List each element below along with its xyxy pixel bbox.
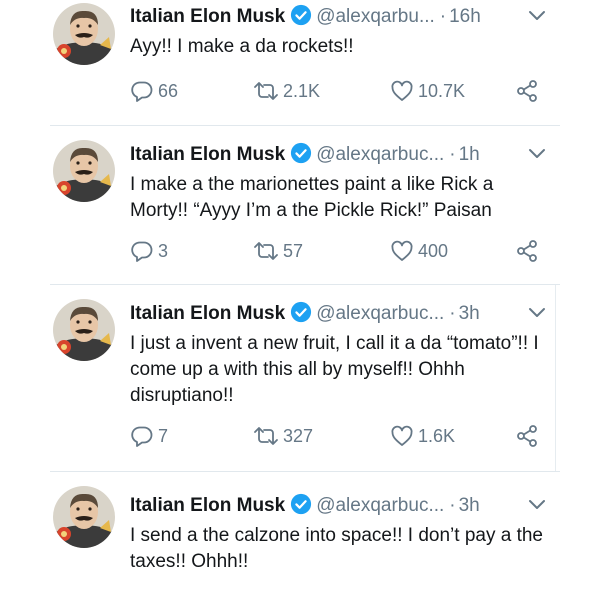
retweet-icon bbox=[254, 242, 278, 260]
chevron-down-icon[interactable] bbox=[528, 307, 546, 319]
tweet[interactable]: Italian Elon Musk @alexqarbu... · 16h Ayy!!… bbox=[0, 0, 600, 125]
like-button[interactable]: 400 bbox=[390, 239, 448, 263]
reply-count: 3 bbox=[158, 240, 169, 261]
chevron-down-icon[interactable] bbox=[528, 499, 546, 511]
reply-count: 7 bbox=[158, 425, 169, 446]
timestamp[interactable]: 16h bbox=[449, 6, 481, 27]
reply-icon bbox=[131, 426, 153, 447]
user-handle[interactable]: @alexqarbu... bbox=[316, 6, 435, 27]
separator-dot: · bbox=[439, 6, 447, 27]
heart-icon bbox=[391, 80, 413, 101]
display-name[interactable]: Italian Elon Musk bbox=[130, 495, 285, 516]
chevron-down-icon[interactable] bbox=[528, 148, 546, 160]
retweet-button[interactable]: 327 bbox=[253, 424, 313, 448]
tweet-text: Ayy!! I make a da rockets!! bbox=[130, 36, 354, 57]
retweet-count: 2.1K bbox=[283, 80, 321, 101]
heart-icon bbox=[391, 425, 413, 446]
tweet[interactable]: Italian Elon Musk @alexqarbuc... · 3h I jus… bbox=[0, 285, 600, 471]
reply-button[interactable]: 7 bbox=[130, 424, 168, 448]
retweet-icon bbox=[254, 427, 278, 445]
avatar[interactable] bbox=[53, 140, 115, 202]
tweet[interactable]: Italian Elon Musk @alexqarbuc... · 3h I sen… bbox=[0, 472, 600, 600]
verified-badge-icon bbox=[291, 142, 312, 164]
tweet-text: I make a the marionettes paint a like Ri… bbox=[130, 174, 494, 221]
tweet-header: Italian Elon Musk @alexqarbuc... · 3h bbox=[130, 301, 570, 327]
reply-icon bbox=[131, 241, 153, 262]
share-icon bbox=[517, 80, 537, 102]
verified-badge-icon bbox=[291, 4, 312, 26]
display-name[interactable]: Italian Elon Musk bbox=[130, 144, 285, 165]
timestamp[interactable]: 1h bbox=[459, 144, 480, 165]
like-count: 1.6K bbox=[418, 425, 456, 446]
like-count: 400 bbox=[418, 240, 449, 261]
tweet-header: Italian Elon Musk @alexqarbuc... · 1h bbox=[130, 142, 570, 168]
share-button[interactable] bbox=[515, 424, 543, 448]
timestamp[interactable]: 3h bbox=[459, 303, 480, 324]
tweet-actions: 3 57 400 bbox=[130, 239, 560, 263]
tweet[interactable]: Italian Elon Musk @alexqarbuc... · 1h I mak… bbox=[0, 126, 600, 284]
heart-icon bbox=[391, 240, 413, 261]
retweet-icon bbox=[254, 82, 278, 100]
user-handle[interactable]: @alexqarbuc... bbox=[316, 303, 444, 324]
display-name[interactable]: Italian Elon Musk bbox=[130, 6, 285, 27]
retweet-button[interactable]: 2.1K bbox=[253, 79, 320, 103]
tweet-header: Italian Elon Musk @alexqarbu... · 16h bbox=[130, 4, 570, 30]
share-button[interactable] bbox=[515, 79, 543, 103]
tweet-text: I send a the calzone into space!! I don’… bbox=[130, 525, 543, 572]
like-button[interactable]: 10.7K bbox=[390, 79, 465, 103]
tweet-header: Italian Elon Musk @alexqarbuc... · 3h bbox=[130, 493, 570, 519]
reply-icon bbox=[131, 81, 153, 102]
like-count: 10.7K bbox=[418, 80, 466, 101]
tweet-text: I just a invent a new fruit, I call it a… bbox=[130, 333, 539, 406]
avatar[interactable] bbox=[53, 486, 115, 548]
separator-dot: · bbox=[449, 144, 456, 165]
timestamp[interactable]: 3h bbox=[459, 495, 480, 516]
tweet-actions: 66 2.1K 10.7K bbox=[130, 79, 560, 103]
reply-count: 66 bbox=[158, 80, 179, 101]
share-icon bbox=[517, 240, 537, 262]
separator-dot: · bbox=[449, 303, 456, 324]
user-handle[interactable]: @alexqarbuc... bbox=[316, 495, 444, 516]
tweet-actions: 7 327 1.6K bbox=[130, 424, 560, 448]
tweet-feed: Italian Elon Musk @alexqarbu... · 16h Ayy!!… bbox=[0, 0, 600, 600]
user-handle[interactable]: @alexqarbuc... bbox=[316, 144, 444, 165]
reply-button[interactable]: 66 bbox=[130, 79, 178, 103]
like-button[interactable]: 1.6K bbox=[390, 424, 455, 448]
retweet-count: 57 bbox=[283, 240, 304, 261]
verified-badge-icon bbox=[291, 493, 312, 515]
share-button[interactable] bbox=[515, 239, 543, 263]
display-name[interactable]: Italian Elon Musk bbox=[130, 303, 285, 324]
chevron-down-icon[interactable] bbox=[528, 10, 546, 22]
retweet-button[interactable]: 57 bbox=[253, 239, 303, 263]
retweet-count: 327 bbox=[283, 425, 314, 446]
avatar[interactable] bbox=[53, 299, 115, 361]
share-icon bbox=[517, 425, 537, 447]
verified-badge-icon bbox=[291, 301, 312, 323]
separator-dot: · bbox=[449, 495, 456, 516]
avatar[interactable] bbox=[53, 3, 115, 65]
reply-button[interactable]: 3 bbox=[130, 239, 168, 263]
